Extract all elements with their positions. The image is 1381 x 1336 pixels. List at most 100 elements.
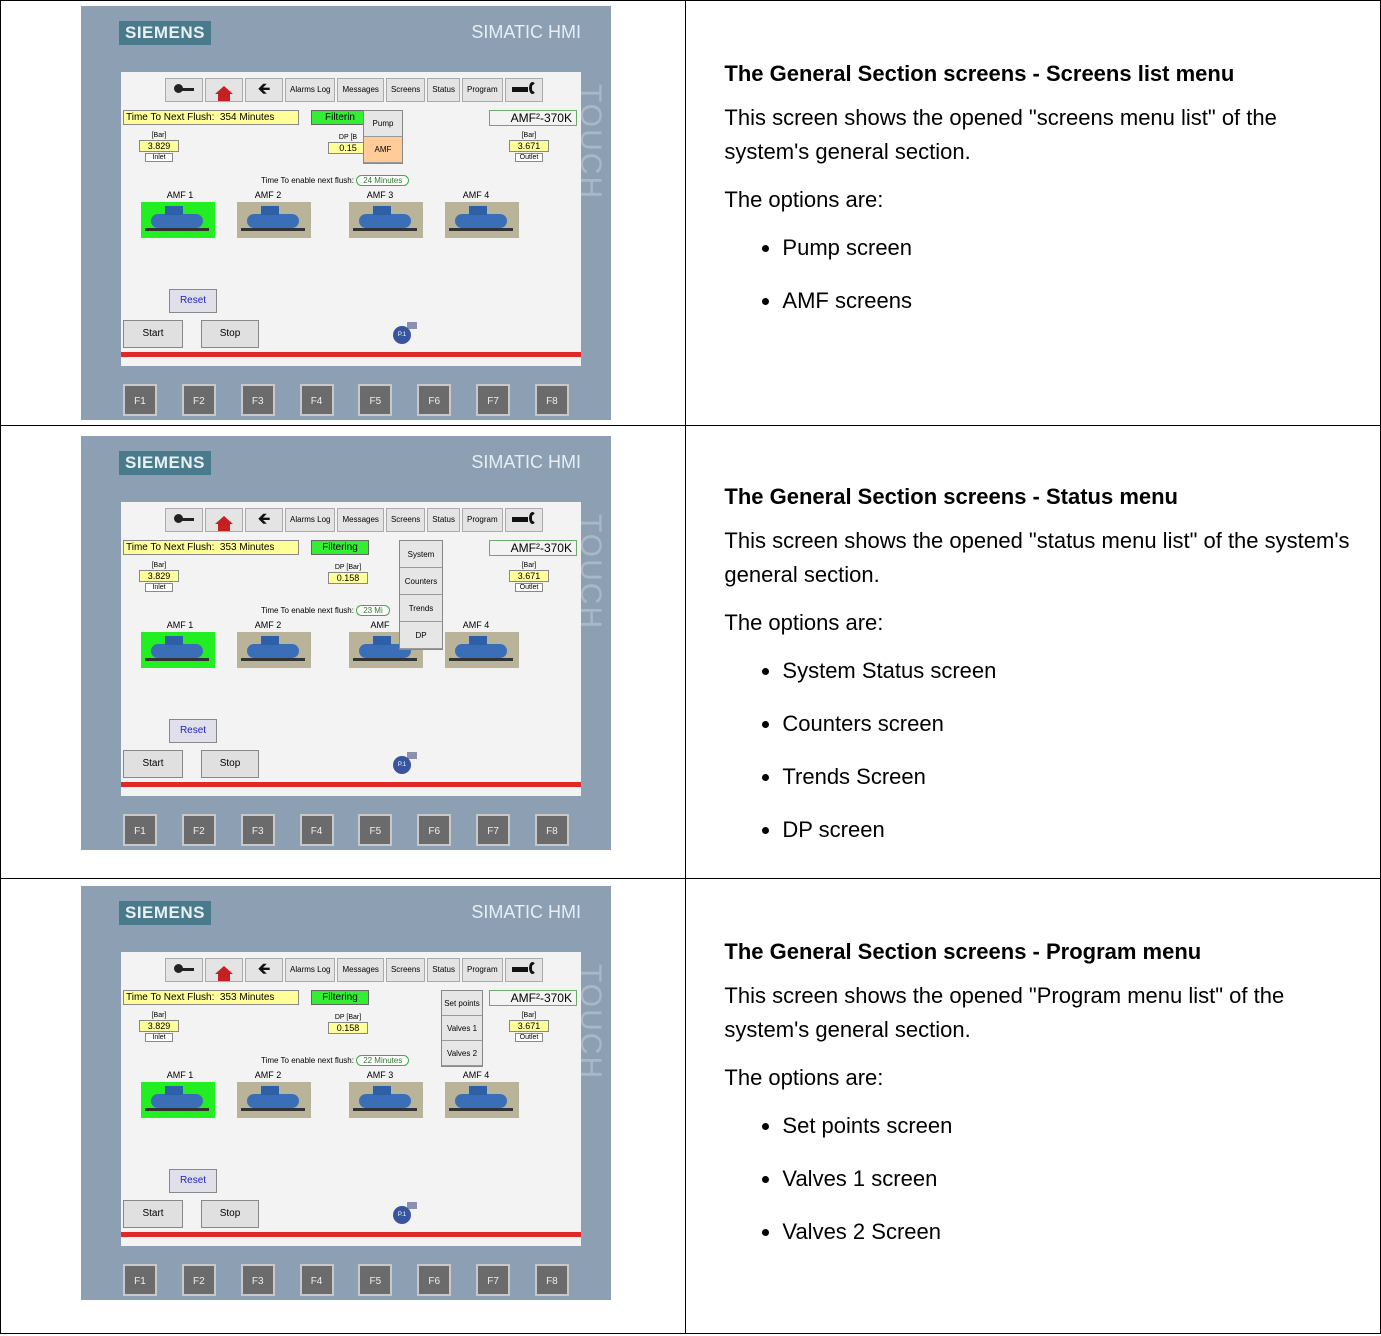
function-key-F5[interactable]: F5 (358, 814, 393, 846)
home-button[interactable] (205, 958, 243, 982)
stop-button[interactable]: Stop (201, 1200, 259, 1228)
function-key-F6[interactable]: F6 (417, 814, 452, 846)
function-key-F5[interactable]: F5 (358, 1264, 393, 1296)
status-button[interactable]: Status (427, 78, 460, 102)
back-button[interactable]: 🡸 (245, 508, 283, 532)
function-key-F2[interactable]: F2 (181, 384, 216, 416)
reset-button[interactable]: Reset (169, 719, 217, 743)
menu-item[interactable]: AMF (364, 137, 402, 163)
amf-unit-tile[interactable] (141, 202, 215, 238)
amf-unit-tile[interactable] (445, 1082, 519, 1118)
alarms-log-button[interactable]: Alarms Log (285, 508, 336, 532)
alarms-log-button[interactable]: Alarms Log (285, 958, 336, 982)
login-key-button[interactable] (165, 78, 203, 102)
home-button[interactable] (205, 78, 243, 102)
function-key-F6[interactable]: F6 (417, 384, 452, 416)
login-key-button[interactable] (165, 958, 203, 982)
reset-button[interactable]: Reset (169, 289, 217, 313)
status-button[interactable]: Status (427, 508, 460, 532)
pump-icon[interactable]: P.1 (393, 752, 417, 776)
function-key-F4[interactable]: F4 (299, 384, 334, 416)
menu-item[interactable]: Set points (442, 991, 482, 1016)
amf-unit-tile[interactable] (445, 202, 519, 238)
list-item: DP screen (782, 817, 1364, 843)
amf-unit-tile[interactable] (141, 632, 215, 668)
time-to-next-flush: Time To Next Flush: 353 Minutes (123, 990, 299, 1005)
dp-label: DP [Bar] (334, 564, 362, 571)
back-button[interactable]: 🡸 (245, 958, 283, 982)
amf-unit-tile[interactable] (349, 1082, 423, 1118)
reset-button[interactable]: Reset (169, 1169, 217, 1193)
back-arrow-icon: 🡸 (257, 511, 271, 528)
function-key-F3[interactable]: F3 (240, 384, 275, 416)
filter-tank-icon (353, 206, 417, 231)
function-key-F8[interactable]: F8 (534, 384, 569, 416)
menu-item[interactable]: Trends (400, 595, 442, 622)
amf-label: AMF 2 (254, 190, 282, 200)
amf-unit-tile[interactable] (237, 202, 311, 238)
menu-item[interactable]: Counters (400, 568, 442, 595)
function-key-F5[interactable]: F5 (358, 384, 393, 416)
messages-button[interactable]: Messages (337, 78, 384, 102)
program-button[interactable]: Program (461, 78, 503, 102)
amf-unit-tile[interactable] (237, 1082, 311, 1118)
settings-button[interactable] (504, 958, 543, 982)
wrench-icon (511, 962, 536, 974)
function-key-F4[interactable]: F4 (299, 1264, 334, 1296)
amf-unit-tile[interactable] (445, 632, 519, 668)
amf-unit-tile[interactable] (141, 1082, 215, 1118)
function-key-F1[interactable]: F1 (123, 814, 157, 846)
screens-button[interactable]: Screens (385, 508, 426, 532)
screens-button[interactable]: Screens (385, 958, 426, 982)
menu-item[interactable]: DP (400, 622, 442, 649)
start-button[interactable]: Start (123, 750, 183, 778)
function-key-F7[interactable]: F7 (476, 384, 511, 416)
screens-button[interactable]: Screens (385, 78, 426, 102)
function-key-F2[interactable]: F2 (181, 814, 216, 846)
stop-button[interactable]: Stop (201, 750, 259, 778)
menu-item[interactable]: System (400, 541, 442, 568)
home-button[interactable] (205, 508, 243, 532)
menu-item[interactable]: Pump (364, 111, 402, 137)
stop-button[interactable]: Stop (201, 320, 259, 348)
function-key-F4[interactable]: F4 (299, 814, 334, 846)
flush-label: Time To Next Flush: (126, 542, 215, 553)
settings-button[interactable] (504, 78, 543, 102)
messages-button[interactable]: Messages (337, 508, 384, 532)
table-row: SIEMENS SIMATIC HMI TOUCH 🡸 Alarms Log Messag… (0, 0, 1381, 426)
function-key-F8[interactable]: F8 (534, 1264, 569, 1296)
function-key-F1[interactable]: F1 (123, 384, 157, 416)
amf-unit-tile[interactable] (349, 202, 423, 238)
start-button[interactable]: Start (123, 1200, 183, 1228)
amf-label: AMF 2 (254, 1070, 282, 1080)
login-key-button[interactable] (165, 508, 203, 532)
function-key-F2[interactable]: F2 (181, 1264, 216, 1296)
function-key-F6[interactable]: F6 (417, 1264, 452, 1296)
section-title: The General Section screens - Screens li… (724, 61, 1235, 86)
menu-item[interactable]: Valves 1 (442, 1016, 482, 1041)
messages-button[interactable]: Messages (337, 958, 384, 982)
back-button[interactable]: 🡸 (245, 78, 283, 102)
screenshot-cell: SIEMENS SIMATIC HMI TOUCH 🡸 Alarms Log Messag… (0, 878, 687, 1334)
screenshot-cell: SIEMENS SIMATIC HMI TOUCH 🡸 Alarms Log Messag… (0, 425, 687, 879)
settings-button[interactable] (504, 508, 543, 532)
function-key-F8[interactable]: F8 (534, 814, 569, 846)
filter-tank-icon (145, 206, 209, 231)
function-key-F1[interactable]: F1 (123, 1264, 157, 1296)
function-key-F7[interactable]: F7 (476, 814, 511, 846)
function-key-F7[interactable]: F7 (476, 1264, 511, 1296)
pump-icon[interactable]: P.1 (393, 1202, 417, 1226)
alarms-log-button[interactable]: Alarms Log (285, 78, 336, 102)
pump-icon[interactable]: P.1 (393, 322, 417, 346)
menu-item[interactable]: Valves 2 (442, 1041, 482, 1066)
amf-unit-tile[interactable] (237, 632, 311, 668)
flush-value: 353 Minutes (219, 992, 275, 1003)
filter-tank-icon (449, 636, 513, 661)
function-key-F3[interactable]: F3 (240, 1264, 275, 1296)
time-to-enable-next-flush: Time To enable next flush: 22 Minutes (261, 1055, 410, 1066)
program-button[interactable]: Program (461, 958, 503, 982)
start-button[interactable]: Start (123, 320, 183, 348)
function-key-F3[interactable]: F3 (240, 814, 275, 846)
status-button[interactable]: Status (427, 958, 460, 982)
program-button[interactable]: Program (461, 508, 503, 532)
